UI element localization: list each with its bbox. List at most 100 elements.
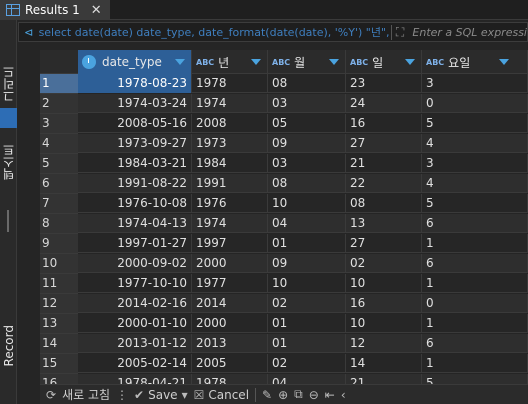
table-row[interactable]: 1978-04-21 1978 04 21 5 (40, 374, 528, 384)
table-cell[interactable]: 0 (422, 294, 528, 313)
table-cell[interactable]: 23 (346, 74, 422, 93)
table-cell[interactable]: 09 (268, 134, 346, 153)
table-cell[interactable]: 0 (422, 94, 528, 113)
table-cell[interactable]: 2008-05-16 (78, 114, 192, 133)
sort-arrow-icon[interactable] (499, 59, 509, 65)
table-cell[interactable]: 1997 (192, 234, 268, 253)
table-cell[interactable]: 27 (346, 134, 422, 153)
more-icon[interactable]: ⋮ (116, 388, 128, 402)
table-row[interactable]: 1991-08-22 1991 08 22 4 (40, 174, 528, 193)
table-cell[interactable]: 09 (268, 254, 346, 273)
table-cell[interactable]: 21 (346, 154, 422, 173)
row-number[interactable]: 13 (40, 314, 78, 334)
sql-filter-bar[interactable]: ⊲ select date(date) date_type, date_form… (18, 22, 528, 42)
refresh-icon[interactable]: ⟳ (46, 388, 56, 402)
table-row[interactable]: 1978-08-23 1978 08 23 3 (40, 74, 528, 93)
table-cell[interactable]: 1974-04-13 (78, 214, 192, 233)
row-number[interactable]: 5 (40, 154, 78, 174)
row-number[interactable]: 12 (40, 294, 78, 314)
grid-view-button[interactable]: 그리드 (0, 62, 17, 106)
table-cell[interactable]: 1984 (192, 154, 268, 173)
table-cell[interactable]: 10 (346, 274, 422, 293)
table-cell[interactable]: 1 (422, 274, 528, 293)
table-cell[interactable]: 2013-01-12 (78, 334, 192, 353)
row-number[interactable]: 11 (40, 274, 78, 294)
prev-page-icon[interactable]: ‹ (341, 388, 346, 402)
table-cell[interactable]: 1973-09-27 (78, 134, 192, 153)
table-cell[interactable]: 1 (422, 314, 528, 333)
column-header-day[interactable]: ABC 일 (346, 50, 422, 74)
record-view-button[interactable]: Record (0, 316, 17, 376)
table-cell[interactable]: 2014-02-16 (78, 294, 192, 313)
table-cell[interactable]: 1977-10-10 (78, 274, 192, 293)
table-row[interactable]: 1977-10-10 1977 10 10 1 (40, 274, 528, 293)
row-number[interactable]: 4 (40, 134, 78, 154)
table-cell[interactable]: 4 (422, 174, 528, 193)
delete-row-icon[interactable]: ⊖ (309, 388, 319, 402)
sort-arrow-icon[interactable] (175, 59, 185, 65)
table-cell[interactable]: 1978-08-23 (78, 74, 192, 93)
table-cell[interactable]: 2000 (192, 314, 268, 333)
table-cell[interactable]: 08 (268, 74, 346, 93)
column-header-date-type[interactable]: date_type (78, 50, 192, 74)
sort-arrow-icon[interactable] (405, 59, 415, 65)
table-cell[interactable]: 1978 (192, 74, 268, 93)
table-cell[interactable]: 1991-08-22 (78, 174, 192, 193)
table-cell[interactable]: 3 (422, 154, 528, 173)
table-cell[interactable]: 03 (268, 94, 346, 113)
table-cell[interactable]: 6 (422, 214, 528, 233)
table-cell[interactable]: 2014 (192, 294, 268, 313)
table-cell[interactable]: 1 (422, 234, 528, 253)
table-cell[interactable]: 1977 (192, 274, 268, 293)
table-cell[interactable]: 24 (346, 94, 422, 113)
table-cell[interactable]: 5 (422, 194, 528, 213)
row-number[interactable]: 2 (40, 94, 78, 114)
table-row[interactable]: 2008-05-16 2008 05 16 5 (40, 114, 528, 133)
table-cell[interactable]: 10 (346, 314, 422, 333)
table-cell[interactable]: 4 (422, 134, 528, 153)
table-cell[interactable]: 1974 (192, 214, 268, 233)
row-number[interactable]: 7 (40, 194, 78, 214)
table-cell[interactable]: 14 (346, 354, 422, 373)
table-row[interactable]: 1984-03-21 1984 03 21 3 (40, 154, 528, 173)
table-cell[interactable]: 21 (346, 374, 422, 384)
table-cell[interactable]: 05 (268, 114, 346, 133)
table-cell[interactable]: 6 (422, 334, 528, 353)
sort-arrow-icon[interactable] (329, 59, 339, 65)
close-icon[interactable]: ✕ (91, 3, 102, 18)
table-cell[interactable]: 6 (422, 254, 528, 273)
save-button[interactable]: ✔ Save ▾ (134, 388, 188, 402)
column-header-year[interactable]: ABC 년 (192, 50, 268, 74)
sql-filter-placeholder[interactable]: Enter a SQL expressi (408, 26, 527, 39)
row-number[interactable]: 8 (40, 214, 78, 234)
table-row[interactable]: 1974-03-24 1974 03 24 0 (40, 94, 528, 113)
table-row[interactable]: 1973-09-27 1973 09 27 4 (40, 134, 528, 153)
table-cell[interactable]: 2013 (192, 334, 268, 353)
table-cell[interactable]: 1976-10-08 (78, 194, 192, 213)
row-number[interactable]: 6 (40, 174, 78, 194)
table-row[interactable]: 1976-10-08 1976 10 08 5 (40, 194, 528, 213)
row-number[interactable]: 14 (40, 334, 78, 354)
table-row[interactable]: 2005-02-14 2005 02 14 1 (40, 354, 528, 373)
table-row[interactable]: 1974-04-13 1974 04 13 6 (40, 214, 528, 233)
table-cell[interactable]: 1984-03-21 (78, 154, 192, 173)
table-cell[interactable]: 22 (346, 174, 422, 193)
table-cell[interactable]: 1974-03-24 (78, 94, 192, 113)
table-cell[interactable]: 2000-01-10 (78, 314, 192, 333)
table-cell[interactable]: 01 (268, 314, 346, 333)
first-page-icon[interactable]: ⇤ (325, 388, 335, 402)
table-cell[interactable]: 2005 (192, 354, 268, 373)
table-row[interactable]: 2014-02-16 2014 02 16 0 (40, 294, 528, 313)
table-cell[interactable]: 04 (268, 214, 346, 233)
sql-filter-text[interactable]: select date(date) date_type, date_format… (39, 24, 391, 40)
table-cell[interactable]: 03 (268, 154, 346, 173)
table-cell[interactable]: 08 (268, 174, 346, 193)
table-cell[interactable]: 2008 (192, 114, 268, 133)
row-number[interactable]: 1 (40, 74, 78, 94)
table-cell[interactable]: 2000-09-02 (78, 254, 192, 273)
table-cell[interactable]: 01 (268, 234, 346, 253)
grid-view-icon[interactable] (0, 108, 17, 128)
table-cell[interactable]: 1997-01-27 (78, 234, 192, 253)
table-cell[interactable]: 13 (346, 214, 422, 233)
table-cell[interactable]: 10 (268, 194, 346, 213)
